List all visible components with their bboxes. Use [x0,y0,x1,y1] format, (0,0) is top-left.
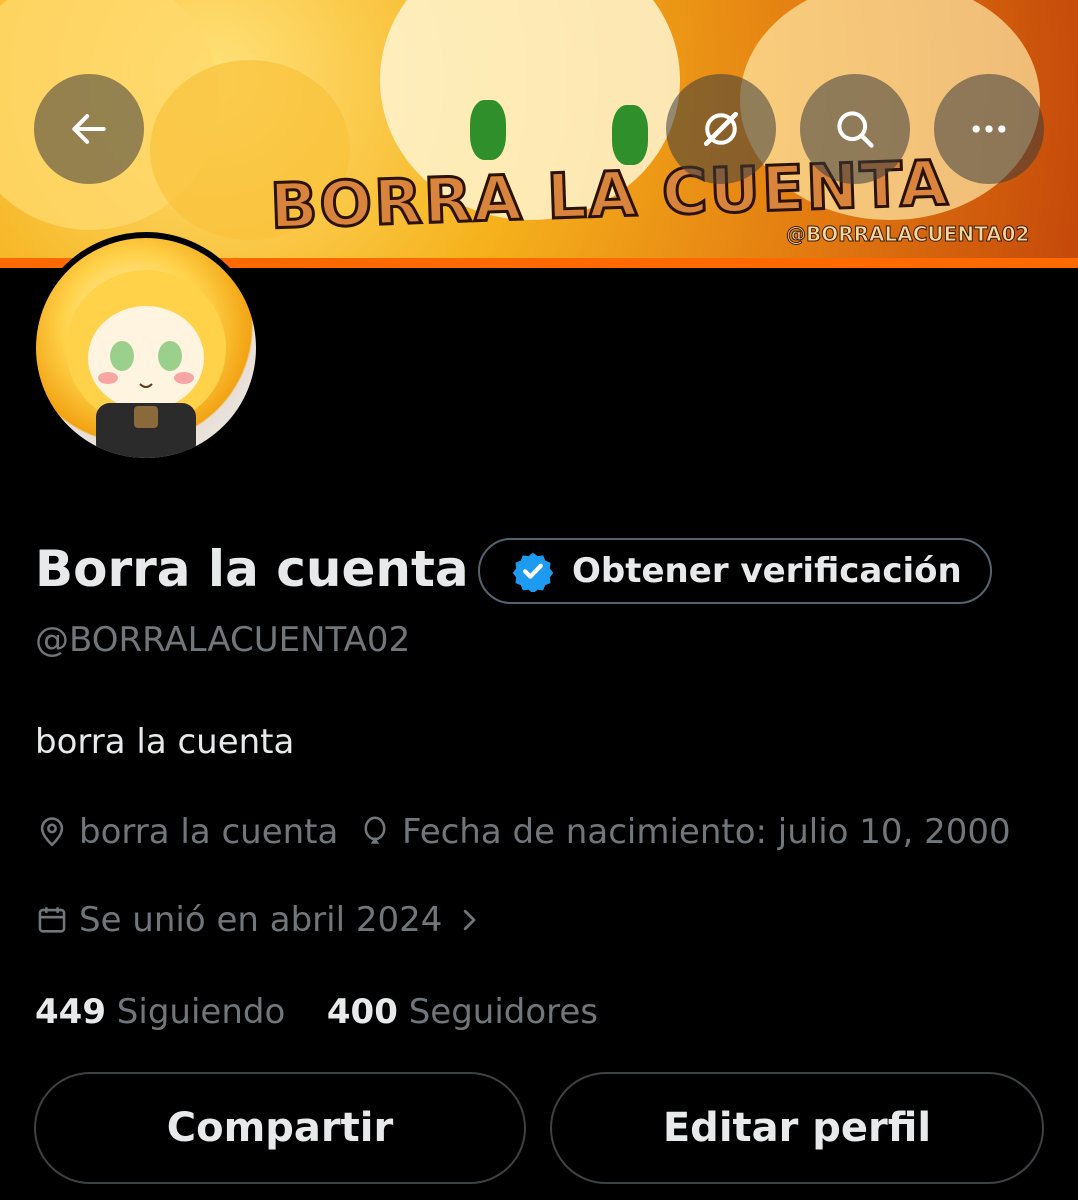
following-link[interactable]: 449 Siguiendo [35,992,285,1032]
search-button[interactable] [800,74,910,184]
balloon-icon [364,816,386,844]
profile-joined[interactable]: Se unió en abril 2024 [35,900,494,940]
get-verified-label: Obtener verificación [572,551,962,591]
banner-handle: @BORRALACUENTA02 [785,222,1030,247]
grok-icon [703,111,739,147]
followers-link[interactable]: 400 Seguidores [327,992,598,1032]
verified-badge-icon [512,552,554,592]
location-text: borra la cuenta [79,812,339,852]
profile-banner[interactable]: BORRA LA CUENTA @BORRALACUENTA02 [0,0,1078,268]
back-button[interactable] [34,74,144,184]
chevron-right-icon [464,909,476,931]
avatar[interactable] [30,232,262,464]
profile-birthday: Fecha de nacimiento: julio 10, 2000 [358,812,1011,852]
profile-handle: @BORRALACUENTA02 [35,620,411,660]
more-horizontal-icon [972,125,1006,133]
followers-label: Seguidores [408,992,599,1032]
edit-profile-button[interactable]: Editar perfil [550,1072,1044,1184]
joined-text: Se unió en abril 2024 [79,900,443,940]
profile-bio: borra la cuenta [35,722,295,762]
followers-count: 400 [326,992,398,1032]
more-button[interactable] [934,74,1044,184]
share-button[interactable]: Compartir [34,1072,526,1184]
avatar-illustration [66,270,226,458]
profile-stats: 449 Siguiendo 400 Seguidores [35,992,598,1032]
profile-name: Borra la cuenta [35,540,469,598]
calendar-icon [38,907,66,933]
following-label: Siguiendo [116,992,286,1032]
arrow-left-icon [72,114,106,144]
search-icon [837,111,874,148]
avatar-image [36,238,256,458]
get-verified-button[interactable]: Obtener verificación [478,538,992,604]
banner-decoration [470,100,506,160]
profile-location: borra la cuenta [35,812,338,852]
grok-button[interactable] [666,74,776,184]
following-count: 449 [35,992,106,1032]
birthday-text: Fecha de nacimiento: julio 10, 2000 [402,812,1011,852]
location-pin-icon [40,817,64,847]
